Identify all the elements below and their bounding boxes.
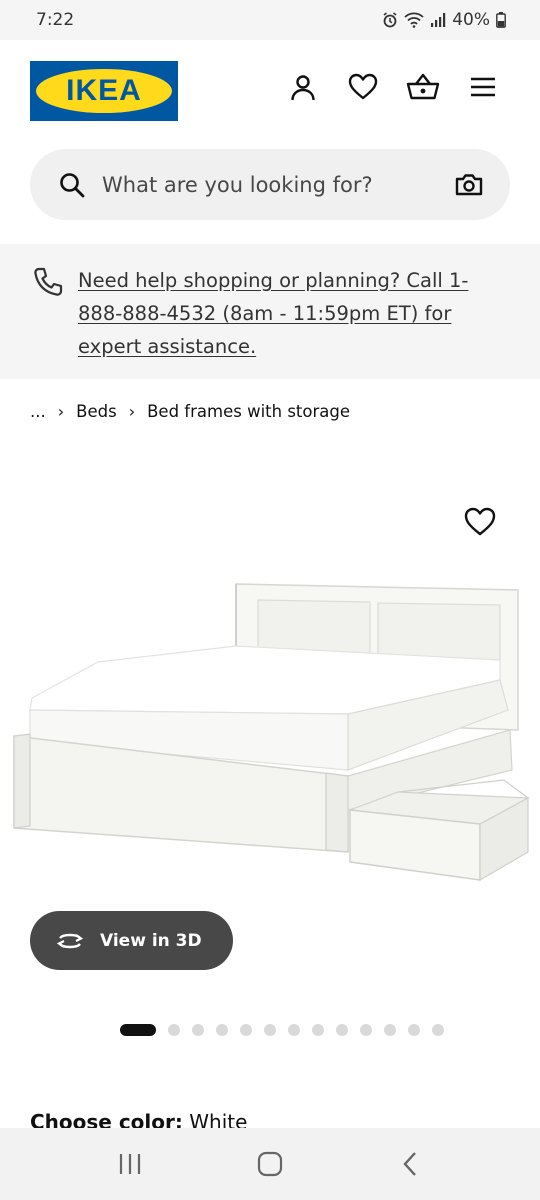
carousel-dot[interactable] — [168, 1024, 180, 1036]
header-actions — [286, 70, 500, 104]
carousel-dot[interactable] — [264, 1024, 276, 1036]
breadcrumb-ellipsis[interactable]: ... — [30, 402, 46, 421]
breadcrumb-item-beds[interactable]: Beds — [76, 402, 117, 421]
help-phone-link[interactable]: Need help shopping or planning? Call 1-8… — [78, 264, 508, 379]
search-bar[interactable] — [30, 149, 510, 220]
chevron-right-icon: › — [128, 401, 136, 421]
carousel-indicator — [120, 1024, 444, 1036]
recents-icon[interactable] — [110, 1144, 150, 1184]
product-image-carousel[interactable] — [0, 440, 540, 940]
battery-icon — [496, 12, 506, 28]
carousel-dot[interactable] — [384, 1024, 396, 1036]
basket-icon[interactable] — [406, 70, 440, 104]
rotate-3d-icon — [56, 933, 84, 948]
logo-text: IKEA — [66, 74, 142, 107]
chevron-right-icon: › — [57, 401, 65, 421]
view-in-3d-label: View in 3D — [100, 930, 202, 951]
back-icon[interactable] — [390, 1144, 430, 1184]
carousel-dot[interactable] — [360, 1024, 372, 1036]
carousel-dot[interactable] — [120, 1024, 156, 1036]
camera-icon[interactable] — [454, 170, 484, 200]
menu-icon[interactable] — [466, 70, 500, 104]
breadcrumb-item-bed-frames-with-storage[interactable]: Bed frames with storage — [147, 402, 350, 421]
breadcrumb: ... › Beds › Bed frames with storage — [30, 398, 350, 424]
carousel-dot[interactable] — [432, 1024, 444, 1036]
carousel-dot[interactable] — [192, 1024, 204, 1036]
search-icon — [60, 172, 85, 197]
search-input[interactable] — [102, 172, 454, 197]
bed-frame-product-image — [13, 583, 531, 882]
battery-percent: 40% — [452, 10, 490, 30]
add-to-favorites-heart-icon[interactable] — [464, 506, 496, 538]
phone-icon — [34, 267, 63, 296]
carousel-dot[interactable] — [240, 1024, 252, 1036]
carousel-dot[interactable] — [288, 1024, 300, 1036]
view-in-3d-button[interactable]: View in 3D — [30, 911, 233, 970]
status-bar: 7:22 40% — [0, 0, 540, 40]
carousel-dot[interactable] — [312, 1024, 324, 1036]
wifi-icon — [404, 12, 424, 28]
help-banner: Need help shopping or planning? Call 1-8… — [0, 244, 540, 379]
carousel-dot[interactable] — [408, 1024, 420, 1036]
site-header: IKEA ® — [0, 40, 540, 142]
account-icon[interactable] — [286, 70, 320, 104]
alarm-icon — [382, 12, 398, 28]
carousel-dot[interactable] — [336, 1024, 348, 1036]
heart-icon[interactable] — [346, 70, 380, 104]
system-nav-bar — [0, 1128, 540, 1200]
ikea-logo[interactable]: IKEA ® — [30, 61, 178, 121]
home-icon[interactable] — [250, 1144, 290, 1184]
carousel-dot[interactable] — [216, 1024, 228, 1036]
status-icons: 40% — [382, 10, 506, 30]
logo-registered-mark: ® — [164, 73, 170, 80]
status-time: 7:22 — [36, 10, 75, 30]
signal-icon — [430, 12, 446, 28]
